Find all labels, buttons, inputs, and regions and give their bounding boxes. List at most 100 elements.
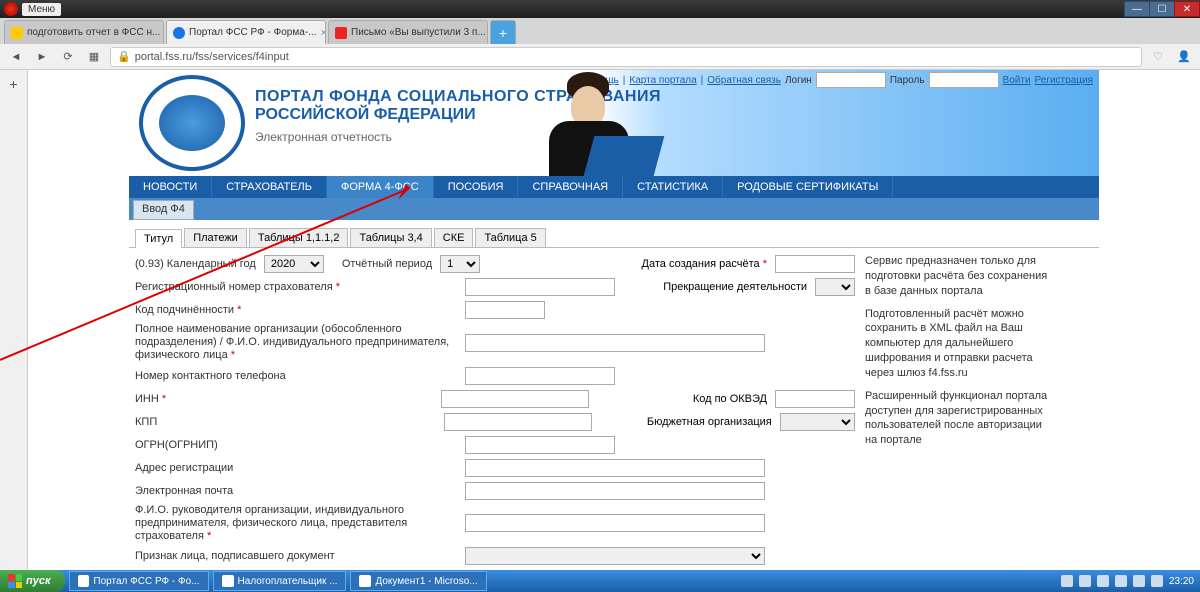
link-feedback[interactable]: Обратная связь (707, 75, 781, 86)
regnum-input[interactable] (465, 278, 615, 296)
register-link[interactable]: Регистрация (1035, 75, 1093, 86)
sidebar-add-icon[interactable]: + (9, 76, 17, 92)
kpp-input[interactable] (444, 413, 592, 431)
aside-text: Расширенный функционал портала доступен … (865, 389, 1055, 448)
addr-input[interactable] (465, 459, 765, 477)
taskbar-item[interactable]: Портал ФСС РФ - Фо... (69, 571, 209, 591)
nav-reference[interactable]: СПРАВОЧНАЯ (518, 176, 623, 198)
fss-logo (137, 73, 247, 173)
ogrn-label: ОГРН(ОГРНИП) (135, 439, 465, 451)
nav-apps-icon[interactable]: ▦ (84, 47, 104, 67)
tab-tables34[interactable]: Таблицы 3,4 (350, 228, 431, 247)
favicon (173, 27, 185, 39)
windows-taskbar: пуск Портал ФСС РФ - Фо... Налогоплатель… (0, 570, 1200, 592)
inn-input[interactable] (441, 390, 589, 408)
nav-form4[interactable]: ФОРМА 4-ФСС (327, 176, 434, 198)
task-icon (78, 575, 90, 587)
tray-icon[interactable] (1115, 575, 1127, 587)
phone-input[interactable] (465, 367, 615, 385)
taskbar-item[interactable]: Документ1 - Microso... (350, 571, 486, 591)
tray-icon[interactable] (1133, 575, 1145, 587)
clock[interactable]: 23:20 (1169, 576, 1194, 587)
favicon (11, 27, 23, 39)
created-input[interactable] (775, 255, 855, 273)
browser-tab[interactable]: Портал ФСС РФ - Форма-...× (166, 20, 326, 44)
browser-tab[interactable]: Письмо «Вы выпустили 3 п...× (328, 20, 488, 44)
browser-tabbar: подготовить отчет в ФСС н...× Портал ФСС… (0, 18, 1200, 44)
email-label: Электронная почта (135, 485, 465, 497)
password-input[interactable] (929, 72, 999, 88)
signin-link[interactable]: Войти (1003, 75, 1031, 86)
subnav-input-f4[interactable]: Ввод Ф4 (133, 200, 194, 220)
inn-label: ИНН (135, 393, 441, 405)
code-label: Код подчинённости (135, 304, 465, 316)
password-label: Пароль (890, 75, 925, 86)
profile-icon[interactable]: 👤 (1174, 47, 1194, 67)
budget-label: Бюджетная организация (592, 416, 780, 428)
window-maximize[interactable]: ☐ (1149, 1, 1175, 17)
header-illustration (529, 76, 649, 176)
period-select[interactable]: 1 (440, 255, 480, 273)
main-nav: НОВОСТИ СТРАХОВАТЕЛЬ ФОРМА 4-ФСС ПОСОБИЯ… (129, 176, 1099, 198)
addr-label: Адрес регистрации (135, 462, 465, 474)
nav-news[interactable]: НОВОСТИ (129, 176, 212, 198)
tab-ske[interactable]: СКЕ (434, 228, 474, 247)
period-label: Отчётный период (324, 258, 440, 270)
login-input[interactable] (816, 72, 886, 88)
sign-select[interactable] (465, 547, 765, 565)
tray-icon[interactable] (1061, 575, 1073, 587)
aside-text: Подготовленный расчёт можно сохранить в … (865, 307, 1055, 381)
year-select[interactable]: 2020 (264, 255, 324, 273)
address-bar[interactable]: 🔒portal.fss.ru/fss/services/f4input (110, 47, 1142, 67)
tray-icon[interactable] (1097, 575, 1109, 587)
regnum-label: Регистрационный номер страхователя (135, 281, 465, 293)
form-tabs: Титул Платежи Таблицы 1,1.1,2 Таблицы 3,… (129, 228, 1099, 248)
opera-logo-icon (4, 2, 18, 16)
tray-icon[interactable] (1079, 575, 1091, 587)
tab-tables112[interactable]: Таблицы 1,1.1,2 (249, 228, 349, 247)
stop-select[interactable] (815, 278, 855, 296)
kpp-label: КПП (135, 416, 444, 428)
start-button[interactable]: пуск (0, 570, 65, 592)
nav-insurer[interactable]: СТРАХОВАТЕЛЬ (212, 176, 327, 198)
tab-label: Портал ФСС РФ - Форма-... (189, 27, 316, 38)
tab-payments[interactable]: Платежи (184, 228, 247, 247)
phone-label: Номер контактного телефона (135, 370, 465, 382)
head-input[interactable] (465, 514, 765, 532)
tab-title[interactable]: Титул (135, 229, 182, 248)
url-text: portal.fss.ru/fss/services/f4input (135, 51, 289, 63)
sign-label: Признак лица, подписавшего документ (135, 550, 465, 562)
tab-close-icon[interactable]: × (160, 27, 164, 39)
nav-forward-icon[interactable]: ► (32, 47, 52, 67)
tab-close-icon[interactable]: × (316, 27, 326, 39)
ogrn-input[interactable] (465, 436, 615, 454)
tab-table5[interactable]: Таблица 5 (475, 228, 545, 247)
windows-logo-icon (8, 574, 22, 588)
bookmark-icon[interactable]: ♡ (1148, 47, 1168, 67)
browser-sidebar: + (0, 70, 28, 570)
tab-close-icon[interactable]: × (486, 27, 488, 39)
favicon (335, 27, 347, 39)
login-label: Логин (785, 75, 812, 86)
nav-stats[interactable]: СТАТИСТИКА (623, 176, 723, 198)
nav-reload-icon[interactable]: ⟳ (58, 47, 78, 67)
code-input[interactable] (465, 301, 545, 319)
nav-certs[interactable]: РОДОВЫЕ СЕРТИФИКАТЫ (723, 176, 893, 198)
taskbar-item[interactable]: Налогоплательщик ... (213, 571, 347, 591)
nav-benefits[interactable]: ПОСОБИЯ (434, 176, 519, 198)
budget-select[interactable] (780, 413, 855, 431)
window-minimize[interactable]: — (1124, 1, 1150, 17)
tray-icon[interactable] (1151, 575, 1163, 587)
new-tab-button[interactable]: + (490, 20, 516, 44)
window-close[interactable]: ✕ (1174, 1, 1200, 17)
browser-menu-button[interactable]: Меню (22, 3, 61, 16)
okved-label: Код по ОКВЭД (589, 393, 775, 405)
nav-back-icon[interactable]: ◄ (6, 47, 26, 67)
aside-text: Сервис предназначен только для подготовк… (865, 254, 1055, 299)
email-input[interactable] (465, 482, 765, 500)
task-icon (359, 575, 371, 587)
okved-input[interactable] (775, 390, 855, 408)
fullname-input[interactable] (465, 334, 765, 352)
browser-tab[interactable]: подготовить отчет в ФСС н...× (4, 20, 164, 44)
help-aside: Сервис предназначен только для подготовк… (855, 254, 1055, 570)
